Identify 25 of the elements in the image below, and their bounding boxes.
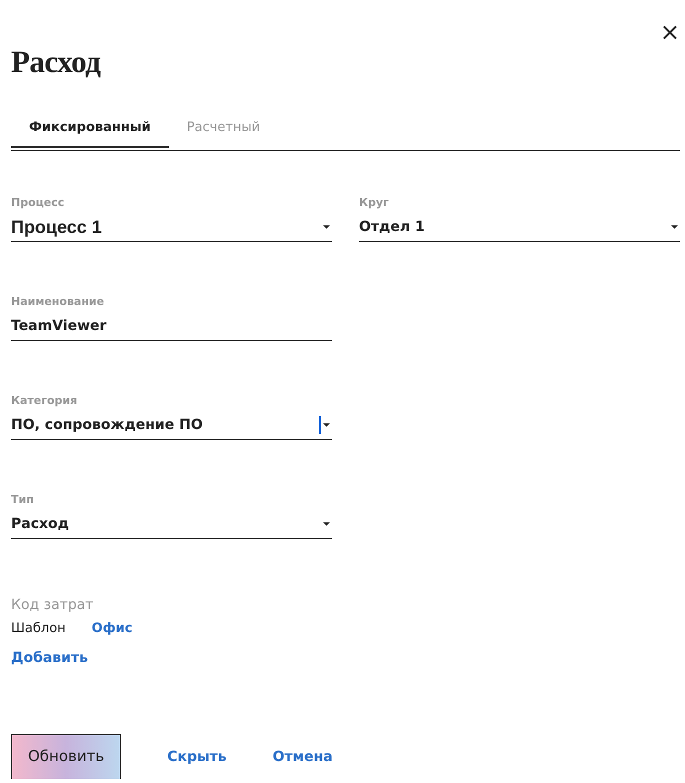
caret-icon bbox=[323, 522, 330, 526]
dialog-title: Расход bbox=[11, 44, 102, 80]
close-button[interactable]: × bbox=[660, 20, 680, 44]
link[interactable]: Офис bbox=[92, 621, 132, 636]
dropdown-field[interactable]: Отдел 1 bbox=[359, 213, 680, 242]
update-button[interactable]: Обновить bbox=[11, 734, 122, 779]
field-label: Категория bbox=[11, 394, 78, 408]
tab[interactable]: Фиксированный bbox=[11, 120, 169, 148]
dropdown-field[interactable]: ПО, сопровождение ПО bbox=[11, 411, 332, 440]
dropdown-field[interactable]: Процесс 1 bbox=[11, 213, 332, 242]
field-label: Процесс bbox=[11, 196, 66, 210]
caret-icon bbox=[323, 423, 330, 427]
field-label: Наименование bbox=[11, 295, 106, 309]
caret-icon bbox=[323, 225, 330, 229]
input-field[interactable]: TeamViewer bbox=[11, 312, 332, 341]
link[interactable]: Скрыть bbox=[167, 748, 227, 764]
field-label: Тип bbox=[11, 493, 35, 507]
cost-code-name: Шаблон bbox=[11, 621, 66, 636]
link[interactable]: Отмена bbox=[272, 748, 333, 764]
dropdown-field[interactable]: Расход bbox=[11, 510, 332, 539]
text-cursor-icon bbox=[319, 416, 321, 434]
add-link[interactable]: Добавить bbox=[11, 650, 88, 666]
section-label: Код затрат bbox=[11, 597, 94, 613]
caret-icon bbox=[671, 225, 678, 229]
field-label: Круг bbox=[359, 196, 390, 210]
